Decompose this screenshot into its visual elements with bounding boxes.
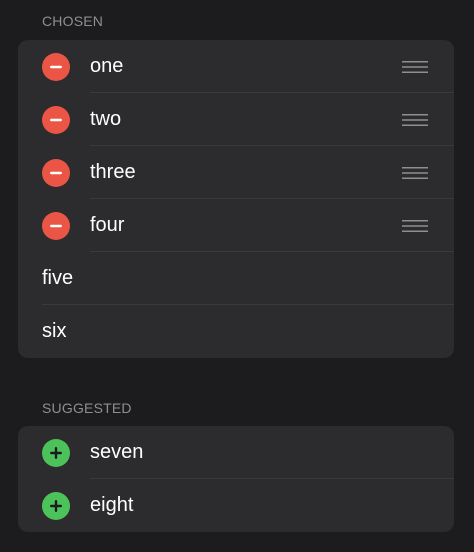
minus-circle-icon[interactable]: [42, 52, 70, 81]
list-item-two[interactable]: two: [18, 93, 454, 146]
minus-circle-icon[interactable]: [42, 158, 70, 187]
list-item-label: three: [90, 161, 136, 183]
minus-circle-icon[interactable]: [42, 211, 70, 240]
drag-handle-icon[interactable]: [402, 219, 428, 233]
list-item-label: two: [90, 108, 122, 130]
chosen-list: one two three four five six: [18, 40, 454, 358]
suggested-section-header: SUGGESTED: [42, 400, 132, 416]
list-item-three[interactable]: three: [18, 146, 454, 199]
list-item-label: four: [90, 214, 125, 236]
suggested-list: seven eight: [18, 426, 454, 532]
list-item-label: eight: [90, 494, 134, 516]
list-item-label: one: [90, 55, 124, 77]
list-item-eight[interactable]: eight: [18, 479, 454, 532]
minus-circle-icon[interactable]: [42, 105, 70, 134]
chosen-section-header: CHOSEN: [42, 13, 104, 29]
drag-handle-icon[interactable]: [402, 113, 428, 127]
list-item-seven[interactable]: seven: [18, 426, 454, 479]
drag-handle-icon[interactable]: [402, 60, 428, 74]
list-item-four[interactable]: four: [18, 199, 454, 252]
list-item-six[interactable]: six: [18, 305, 454, 358]
plus-circle-icon[interactable]: [42, 438, 70, 467]
drag-handle-icon[interactable]: [402, 166, 428, 180]
list-item-label: six: [42, 320, 67, 342]
list-item-label: seven: [90, 441, 144, 463]
plus-circle-icon[interactable]: [42, 491, 70, 520]
list-item-five[interactable]: five: [18, 252, 454, 305]
list-item-one[interactable]: one: [18, 40, 454, 93]
list-item-label: five: [42, 267, 74, 289]
